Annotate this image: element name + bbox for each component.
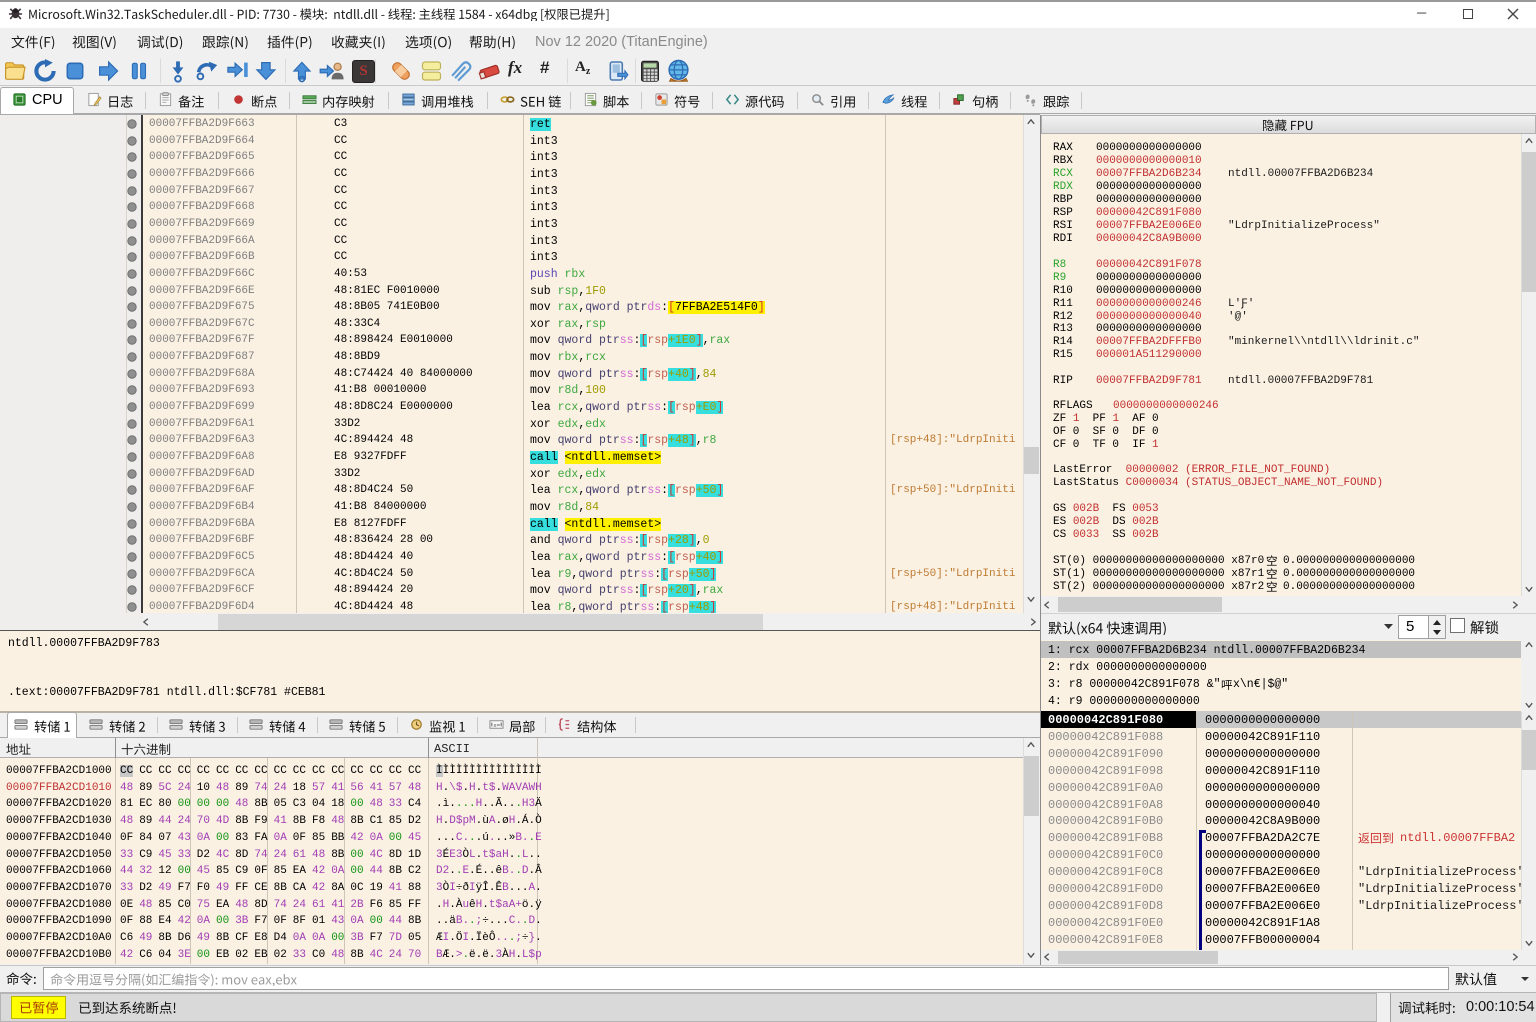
svg-text:x=: x= — [493, 723, 500, 729]
